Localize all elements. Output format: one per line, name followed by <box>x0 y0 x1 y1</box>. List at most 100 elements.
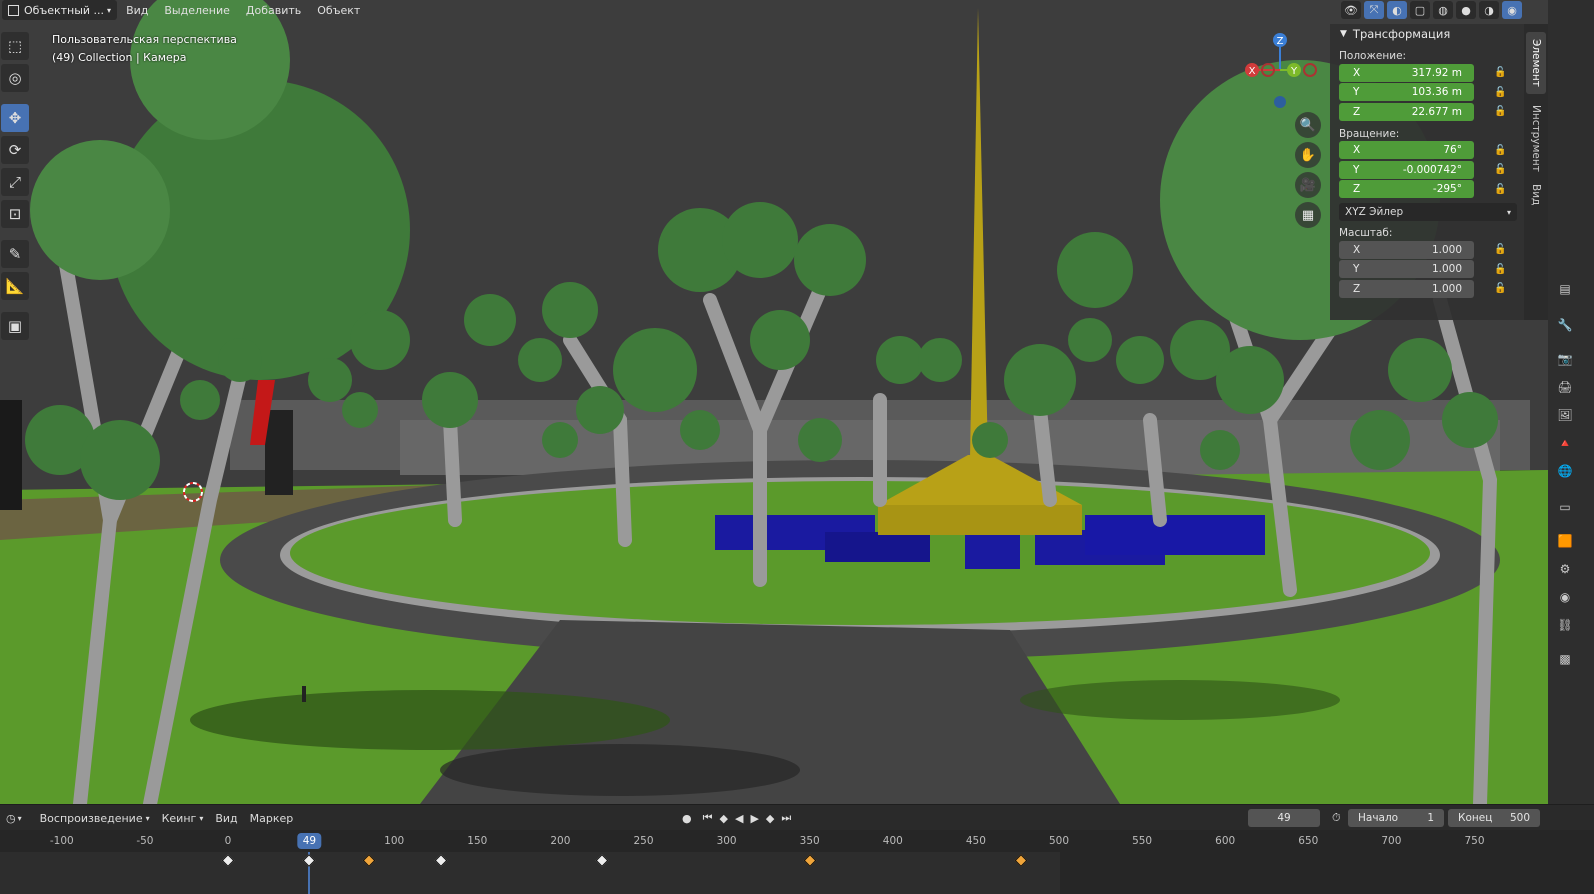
keyframe-marker[interactable] <box>303 854 316 867</box>
start-frame-field[interactable]: Начало 1 <box>1348 809 1444 827</box>
zoom-button[interactable]: 🔍 <box>1295 112 1321 138</box>
menu-add[interactable]: Добавить <box>239 2 308 19</box>
modifier-props-icon[interactable]: ⚙ <box>1558 562 1572 576</box>
jump-start-button[interactable]: ⏮ <box>701 811 715 825</box>
lock-icon[interactable]: 🔓 <box>1494 106 1506 117</box>
select-box-tool[interactable]: ⬚ <box>1 32 29 60</box>
lock-icon[interactable]: 🔓 <box>1494 264 1506 275</box>
preview-range-button[interactable]: ⏱ <box>1326 811 1347 825</box>
lock-icon[interactable]: 🔓 <box>1494 283 1506 294</box>
record-button[interactable]: ● <box>676 812 698 825</box>
playback-menu[interactable]: Воспроизведение ▾ <box>34 812 156 825</box>
rendered-shading-button[interactable]: ◉ <box>1502 1 1522 19</box>
ortho-toggle-button[interactable]: ▦ <box>1295 202 1321 228</box>
lock-icon[interactable]: 🔓 <box>1494 184 1506 195</box>
tab-view[interactable]: Вид <box>1526 180 1546 210</box>
keyframe-marker[interactable] <box>1014 854 1028 867</box>
tab-item[interactable]: Элемент <box>1526 32 1546 94</box>
rendered-icon: ◉ <box>1507 3 1517 17</box>
lock-icon[interactable]: 🔓 <box>1494 164 1506 175</box>
scale-z-field[interactable]: Z 1.000 <box>1339 279 1474 298</box>
output-props-icon[interactable]: 🖨 <box>1557 380 1572 394</box>
frame-ruler[interactable]: -100 -50 0 100 150 200 250 300 350 400 450 500 550 60… <box>0 830 1594 852</box>
editor-type-button[interactable]: ◷ ▾ <box>0 812 28 825</box>
keyframe-marker[interactable] <box>362 854 376 867</box>
location-x-field[interactable]: X 317.92 m <box>1339 63 1474 82</box>
lock-icon[interactable]: 🔓 <box>1494 244 1506 255</box>
next-keyframe-button[interactable]: ◆ <box>764 812 776 825</box>
rotation-z-value: -295° <box>1432 183 1462 196</box>
physics-props-icon[interactable]: ◉ <box>1558 590 1572 604</box>
mode-selector[interactable]: Объектный ... ▾ <box>2 0 118 20</box>
keyframe-marker[interactable] <box>221 854 235 867</box>
rotation-y-row: Y -0.000742° 🔓 <box>1330 160 1524 180</box>
stopwatch-icon: ⏱ <box>1332 811 1341 824</box>
menu-view[interactable]: Вид <box>119 2 155 19</box>
texture-props-icon[interactable]: ▩ <box>1558 652 1572 666</box>
move-tool[interactable]: ✥ <box>1 104 29 132</box>
menu-object[interactable]: Объект <box>310 2 367 19</box>
viewport-header: Объектный ... ▾ Вид Выделение Добавить О… <box>0 0 367 20</box>
constraints-props-icon[interactable]: ⛓ <box>1557 618 1572 632</box>
keyframe-marker[interactable] <box>434 854 448 867</box>
add-cube-tool[interactable]: ▣ <box>1 312 29 340</box>
annotate-tool[interactable]: ✎ <box>1 240 29 268</box>
scale-tool[interactable]: ⤢ <box>1 168 29 196</box>
material-shading-button[interactable]: ◑ <box>1479 1 1499 19</box>
collection-props-icon[interactable]: ▭ <box>1558 500 1572 514</box>
keying-menu[interactable]: Кеинг ▾ <box>156 812 210 825</box>
lock-icon[interactable]: 🔓 <box>1494 67 1506 78</box>
rotation-mode-select[interactable]: XYZ Эйлер ▾ <box>1339 203 1517 221</box>
play-reverse-button[interactable]: ◀ <box>733 812 745 825</box>
scale-x-field[interactable]: X 1.000 <box>1339 240 1474 259</box>
axis-z-label: Z <box>1353 105 1361 118</box>
camera-view-button[interactable]: 🎥 <box>1295 172 1321 198</box>
keyframe-marker[interactable] <box>803 854 817 867</box>
playhead-label[interactable]: 49 <box>297 833 322 849</box>
transform-panel-header[interactable]: ▼ Трансформация <box>1330 24 1524 44</box>
object-props-icon[interactable]: 🟧 <box>1558 534 1573 548</box>
location-z-field[interactable]: Z 22.677 m <box>1339 102 1474 121</box>
transform-tool[interactable]: ⊡ <box>1 200 29 228</box>
scene-props-icon[interactable]: 🔺 <box>1558 436 1573 450</box>
solid-shading-button[interactable]: ● <box>1456 1 1476 19</box>
overlays-button[interactable]: ◐ <box>1387 1 1407 19</box>
rotation-z-field[interactable]: Z -295° <box>1339 180 1474 199</box>
keyframe-area[interactable] <box>0 852 1594 894</box>
end-frame-field[interactable]: Конец 500 <box>1448 809 1540 827</box>
lock-icon[interactable]: 🔓 <box>1494 87 1506 98</box>
marker-menu[interactable]: Маркер <box>244 812 300 825</box>
timeline-view-menu[interactable]: Вид <box>209 812 243 825</box>
pan-button[interactable]: ✋ <box>1295 142 1321 168</box>
current-frame-field[interactable]: 49 <box>1248 809 1320 827</box>
world-props-icon[interactable]: 🌐 <box>1558 464 1573 478</box>
tool-props-icon[interactable]: ▤ <box>1558 282 1572 296</box>
jump-end-button[interactable]: ⏭ <box>779 811 793 825</box>
gizmo-toggle-button[interactable]: ⤧ <box>1364 1 1384 19</box>
visibility-button[interactable]: 👁 <box>1341 1 1361 19</box>
lock-icon[interactable]: 🔓 <box>1494 145 1506 156</box>
wireframe-shading-button[interactable]: ◍ <box>1433 1 1453 19</box>
wrench-icon[interactable]: 🔧 <box>1558 318 1573 332</box>
scale-y-field[interactable]: Y 1.000 <box>1339 260 1474 279</box>
navigation-gizmo[interactable]: Z X Y <box>1242 30 1322 110</box>
location-y-row: Y 103.36 m 🔓 <box>1330 83 1524 103</box>
record-icon: ● <box>682 811 692 825</box>
rotation-x-field[interactable]: X 76° <box>1339 141 1474 160</box>
view-layer-icon[interactable]: 🖼 <box>1557 408 1572 422</box>
3d-viewport[interactable]: Объектный ... ▾ Вид Выделение Добавить О… <box>0 0 1548 804</box>
prev-keyframe-button[interactable]: ◆ <box>718 812 730 825</box>
render-props-icon[interactable]: 📷 <box>1558 352 1573 366</box>
rotate-tool[interactable]: ⟳ <box>1 136 29 164</box>
location-y-field[interactable]: Y 103.36 m <box>1339 83 1474 102</box>
end-label: Конец <box>1458 812 1493 824</box>
xray-button[interactable]: ▢ <box>1410 1 1430 19</box>
tab-tool[interactable]: Инструмент <box>1526 100 1546 176</box>
cursor-tool[interactable]: ◎ <box>1 64 29 92</box>
play-button[interactable]: ▶ <box>748 812 760 825</box>
keyframe-marker[interactable] <box>595 854 609 867</box>
menu-select[interactable]: Выделение <box>157 2 237 19</box>
rotation-y-field[interactable]: Y -0.000742° <box>1339 160 1474 179</box>
measure-tool[interactable]: 📐 <box>1 272 29 300</box>
scale-x-value: 1.000 <box>1431 243 1462 256</box>
